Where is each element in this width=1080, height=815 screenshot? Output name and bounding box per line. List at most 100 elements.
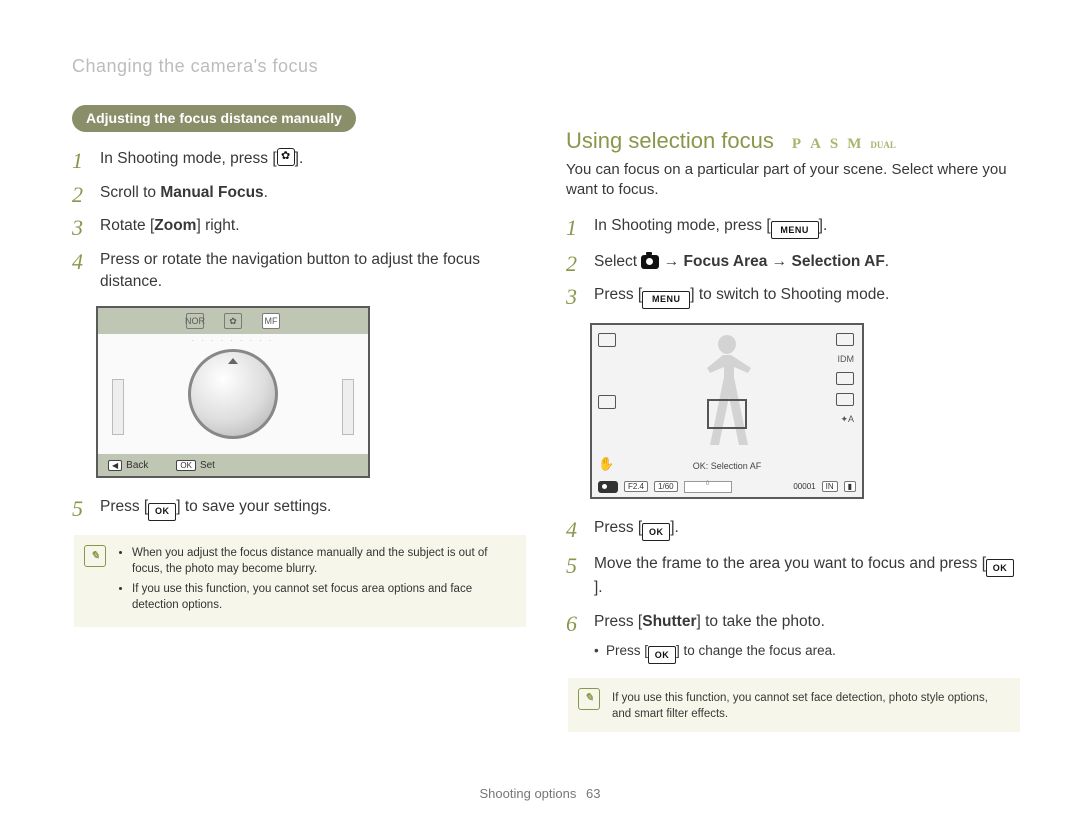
stabilizer-icon: ✋ bbox=[598, 457, 614, 473]
back-key-icon: ◀ bbox=[108, 460, 122, 471]
section-title: Using selection focus P A S M DUAL bbox=[566, 128, 1020, 154]
step-text: ] to save your settings. bbox=[176, 498, 331, 515]
sub-text: Press [ bbox=[606, 643, 648, 658]
step-bold: Selection AF bbox=[791, 253, 884, 270]
lcd-screen: NOR ✿ MF · · · · · · · · · ◀ Back OK Set bbox=[96, 306, 370, 478]
left-step-5: Press [OK] to save your settings. bbox=[72, 496, 526, 520]
quality-icon bbox=[836, 372, 854, 385]
note-item: When you adjust the focus distance manua… bbox=[132, 545, 512, 577]
option-nor-icon: NOR bbox=[186, 313, 204, 329]
mode-indicators: P A S M DUAL bbox=[792, 136, 896, 153]
arrow-icon: → bbox=[767, 253, 791, 270]
left-steps: In Shooting mode, press []. Scroll to Ma… bbox=[72, 148, 526, 292]
ok-icon: OK bbox=[986, 559, 1014, 577]
note-item: If you use this function, you cannot set… bbox=[132, 581, 512, 613]
right-step-2: Select → Focus Area → Selection AF. bbox=[566, 251, 1020, 273]
right-note-box: ✎ If you use this function, you cannot s… bbox=[568, 678, 1020, 732]
right-step-1: In Shooting mode, press [MENU]. bbox=[566, 215, 1020, 239]
lcd-left-icons: ✋ bbox=[598, 333, 616, 473]
step-text: ] right. bbox=[196, 217, 239, 234]
size-label: IDM bbox=[838, 354, 855, 364]
step-bold: Zoom bbox=[154, 217, 196, 234]
right-steps-cont: Press [OK]. Move the frame to the area y… bbox=[566, 517, 1020, 633]
lcd-screen: ✋ IDM ✦A OK: Selection AF F2.4 1/6 bbox=[590, 323, 864, 499]
left-step-2: Scroll to Manual Focus. bbox=[72, 182, 526, 204]
step-bold: Shutter bbox=[642, 613, 696, 630]
back-label: Back bbox=[126, 460, 148, 471]
step-text: Rotate [ bbox=[100, 217, 154, 234]
step-bold: Focus Area bbox=[684, 253, 768, 270]
menu-icon: MENU bbox=[642, 291, 690, 309]
left-column: Changing the camera's focus Adjusting th… bbox=[72, 56, 526, 732]
step-text: Press [ bbox=[594, 613, 642, 630]
step-text: Move the frame to the area you want to f… bbox=[594, 555, 986, 572]
lcd-selection-af: ✋ IDM ✦A OK: Selection AF F2.4 1/6 bbox=[590, 323, 1020, 499]
mode-s: S bbox=[830, 136, 839, 153]
shots-remaining: 00001 bbox=[793, 482, 815, 491]
subsection-pill: Adjusting the focus distance manually bbox=[72, 105, 356, 132]
right-column: Using selection focus P A S M DUAL You c… bbox=[566, 56, 1020, 732]
lcd-bottom-row: F2.4 1/60 00001 IN ▮ bbox=[598, 481, 856, 493]
lcd-right-icons: IDM ✦A bbox=[836, 333, 854, 425]
step-text: . bbox=[264, 184, 268, 201]
mode-dual: DUAL bbox=[870, 140, 896, 150]
right-steps: In Shooting mode, press [MENU]. Select →… bbox=[566, 215, 1020, 309]
lcd-mid: · · · · · · · · · bbox=[98, 334, 368, 454]
page-footer: Shooting options 63 bbox=[0, 786, 1080, 801]
lcd-botbar: ◀ Back OK Set bbox=[98, 454, 368, 476]
lcd-ok-label: OK: Selection AF bbox=[693, 461, 762, 471]
note-text: If you use this function, you cannot set… bbox=[612, 688, 1006, 722]
sub-text: ] to change the focus area. bbox=[676, 643, 836, 658]
focus-frame bbox=[707, 399, 747, 429]
title-text: Using selection focus bbox=[566, 128, 774, 154]
step-text: . bbox=[885, 253, 889, 270]
step-text: In Shooting mode, press [ bbox=[100, 150, 277, 167]
storage-label: IN bbox=[822, 481, 838, 492]
step-text: ]. bbox=[594, 579, 603, 596]
note-icon: ✎ bbox=[578, 688, 600, 710]
focus-mode-icon bbox=[836, 393, 854, 406]
note-list: When you adjust the focus distance manua… bbox=[118, 545, 512, 617]
step-text: ] to switch to Shooting mode. bbox=[690, 286, 889, 303]
left-step-1: In Shooting mode, press []. bbox=[72, 148, 526, 170]
dial-ticks: · · · · · · · · · bbox=[192, 338, 274, 344]
step-text: ]. bbox=[670, 519, 679, 536]
left-step-3: Rotate [Zoom] right. bbox=[72, 215, 526, 237]
lcd-topbar: NOR ✿ MF bbox=[98, 308, 368, 334]
step-text: Select bbox=[594, 253, 641, 270]
lcd-back-button: ◀ Back bbox=[108, 460, 148, 471]
left-steps-cont: Press [OK] to save your settings. bbox=[72, 496, 526, 520]
menu-icon: MENU bbox=[771, 221, 819, 239]
left-note-box: ✎ When you adjust the focus distance man… bbox=[74, 535, 526, 627]
right-sub-bullet: Press [OK] to change the focus area. bbox=[566, 643, 1020, 664]
flash-label: ✦A bbox=[840, 414, 854, 425]
right-step-5: Move the frame to the area you want to f… bbox=[566, 553, 1020, 599]
grid-icon bbox=[598, 333, 616, 347]
footer-label: Shooting options bbox=[480, 786, 577, 801]
step-text: ]. bbox=[295, 150, 304, 167]
ok-key-icon: OK bbox=[176, 460, 196, 471]
scale-right bbox=[342, 379, 354, 435]
note-icon: ✎ bbox=[84, 545, 106, 567]
left-step-4: Press or rotate the navigation button to… bbox=[72, 249, 526, 292]
right-step-3: Press [MENU] to switch to Shooting mode. bbox=[566, 284, 1020, 308]
option-flower-icon: ✿ bbox=[224, 313, 242, 329]
set-label: Set bbox=[200, 460, 215, 471]
step-text: Press or rotate the navigation button to… bbox=[100, 251, 480, 290]
macro-flower-icon bbox=[277, 148, 295, 166]
step-text: ]. bbox=[819, 217, 828, 234]
right-step-4: Press [OK]. bbox=[566, 517, 1020, 541]
battery-icon bbox=[836, 333, 854, 346]
ev-gauge bbox=[684, 481, 732, 493]
fnumber: F2.4 bbox=[624, 481, 648, 492]
shutter-speed: 1/60 bbox=[654, 481, 678, 492]
step-text: Press [ bbox=[100, 498, 148, 515]
nav-dial-icon bbox=[188, 349, 278, 439]
step-text: Press [ bbox=[594, 519, 642, 536]
camera-icon bbox=[641, 255, 659, 269]
step-bold: Manual Focus bbox=[160, 184, 263, 201]
ok-icon: OK bbox=[148, 503, 176, 521]
mode-p: P bbox=[792, 136, 802, 153]
mode-dial-icon bbox=[598, 481, 618, 493]
section-header: Changing the camera's focus bbox=[72, 56, 526, 77]
